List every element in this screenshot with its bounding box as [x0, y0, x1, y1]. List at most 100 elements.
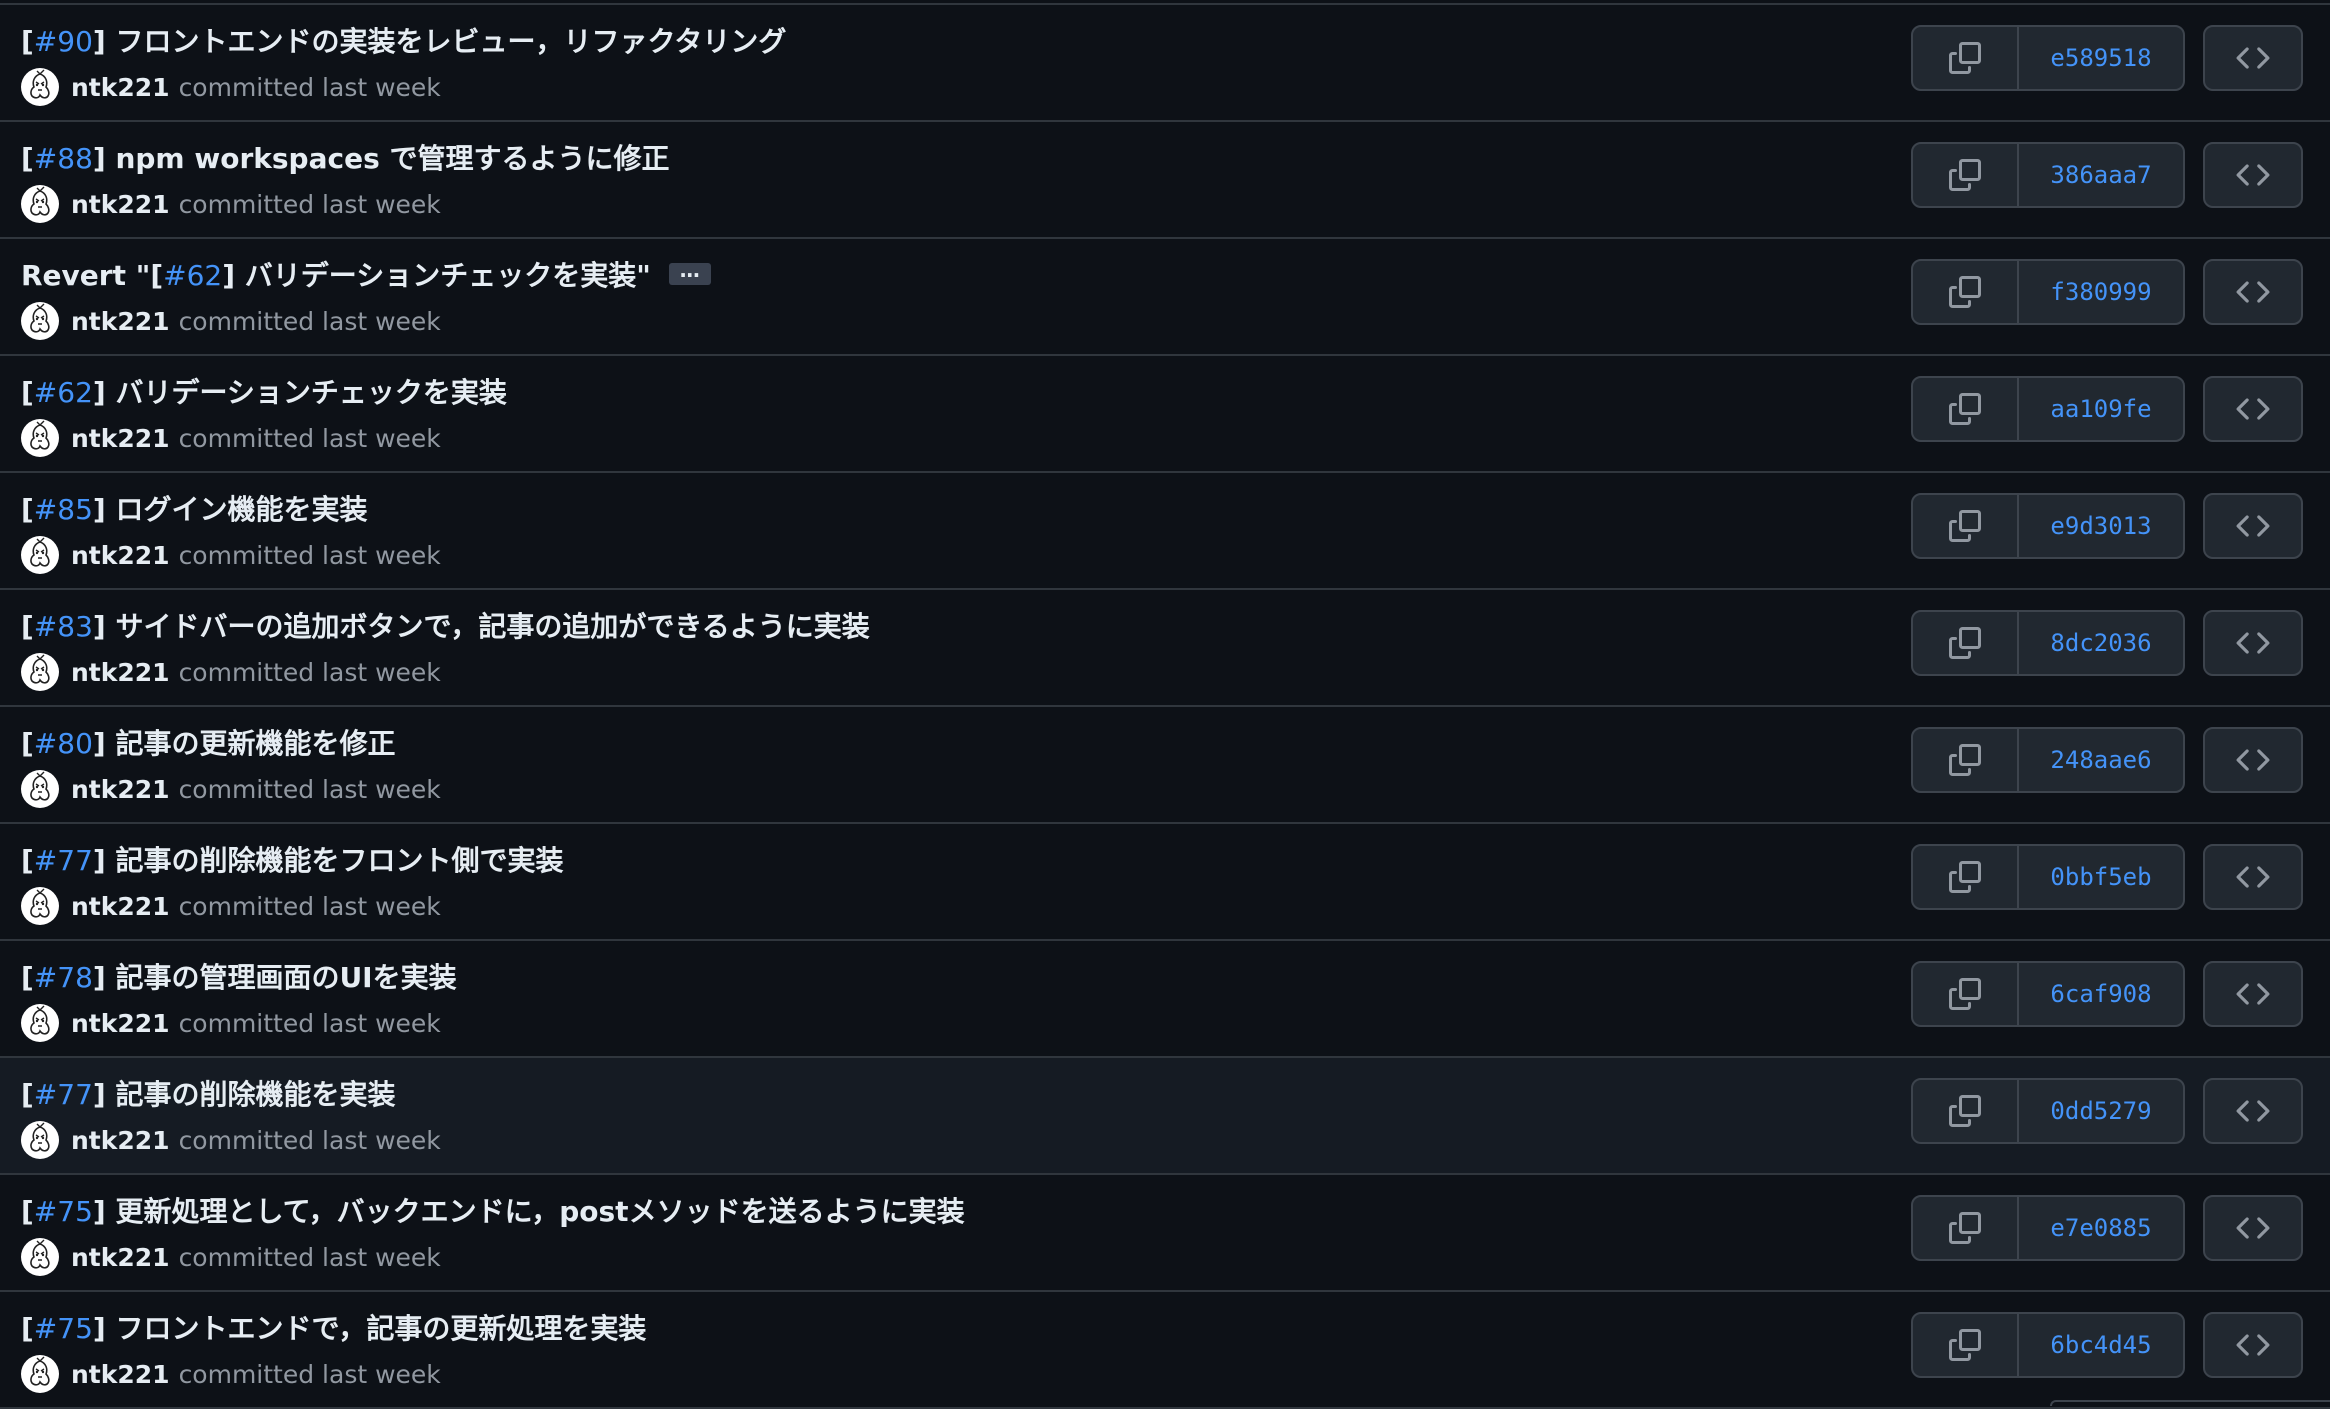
copy-sha-button[interactable]	[1913, 27, 2019, 89]
issue-link[interactable]: #83	[34, 610, 93, 643]
issue-link[interactable]: #75	[34, 1312, 93, 1345]
issue-link[interactable]: #88	[34, 142, 93, 175]
commit-message[interactable]: 記事の削除機能を実装	[115, 1078, 395, 1111]
commit-title[interactable]: [#80] 記事の更新機能を修正	[21, 724, 395, 764]
issue-link[interactable]: #75	[34, 1195, 93, 1228]
author-name[interactable]: ntk221	[71, 73, 170, 102]
author-avatar[interactable]	[21, 68, 59, 106]
author-avatar[interactable]	[21, 185, 59, 223]
author-name[interactable]: ntk221	[71, 1126, 170, 1155]
browse-repo-button[interactable]	[2203, 610, 2303, 676]
copy-sha-button[interactable]	[1913, 495, 2019, 557]
commit-message[interactable]: サイドバーの追加ボタンで，記事の追加ができるように実装	[115, 610, 869, 643]
author-name[interactable]: ntk221	[71, 190, 170, 219]
author-avatar[interactable]	[21, 536, 59, 574]
commit-sha-link[interactable]: 6bc4d45	[2019, 1314, 2183, 1376]
author-avatar[interactable]	[21, 302, 59, 340]
expand-message-button[interactable]: …	[668, 260, 711, 285]
commit-sha-link[interactable]: 0dd5279	[2019, 1080, 2183, 1142]
browse-repo-button[interactable]	[2203, 142, 2303, 208]
commit-sha-link[interactable]: e9d3013	[2019, 495, 2183, 557]
commit-sha-link[interactable]: f380999	[2019, 261, 2183, 323]
copy-sha-button[interactable]	[1913, 846, 2019, 908]
author-name[interactable]: ntk221	[71, 892, 170, 921]
commit-sha-link[interactable]: 0bbf5eb	[2019, 846, 2183, 908]
commit-sha-link[interactable]: 248aae6	[2019, 729, 2183, 791]
commit-message[interactable]: 記事の管理画面のUIを実装	[115, 961, 456, 994]
copy-sha-button[interactable]	[1913, 1080, 2019, 1142]
issue-link[interactable]: #85	[34, 493, 93, 526]
commit-message[interactable]: 更新処理として，バックエンドに，postメソッドを送るように実装	[115, 1195, 964, 1228]
commit-title[interactable]: [#85] ログイン機能を実装	[21, 490, 367, 530]
commit-message[interactable]: フロントエンドの実装をレビュー，リファクタリング	[115, 25, 786, 58]
commit-title[interactable]: [#77] 記事の削除機能をフロント側で実装	[21, 841, 563, 881]
browse-repo-button[interactable]	[2203, 25, 2303, 91]
author-name[interactable]: ntk221	[71, 658, 170, 687]
copy-sha-button[interactable]	[1913, 378, 2019, 440]
copy-sha-button[interactable]	[1913, 261, 2019, 323]
author-avatar[interactable]	[21, 887, 59, 925]
commit-title[interactable]: [#83] サイドバーの追加ボタンで，記事の追加ができるように実装	[21, 607, 870, 647]
commit-actions: e7e0885	[1911, 1195, 2185, 1261]
commit-title[interactable]: [#78] 記事の管理画面のUIを実装	[21, 958, 457, 998]
issue-link[interactable]: #80	[34, 727, 93, 760]
issue-link[interactable]: #77	[34, 1078, 93, 1111]
issue-link[interactable]: #77	[34, 844, 93, 877]
copy-sha-button[interactable]	[1913, 963, 2019, 1025]
author-avatar[interactable]	[21, 1121, 59, 1159]
commit-sha-link[interactable]: 8dc2036	[2019, 612, 2183, 674]
author-avatar[interactable]	[21, 1004, 59, 1042]
commit-title[interactable]: [#90] フロントエンドの実装をレビュー，リファクタリング	[21, 22, 786, 62]
copy-sha-button[interactable]	[1913, 729, 2019, 791]
commit-actions: 386aaa7	[1911, 142, 2185, 208]
commit-message[interactable]: 記事の更新機能を修正	[115, 727, 395, 760]
commit-sha-link[interactable]: e589518	[2019, 27, 2183, 89]
copy-sha-button[interactable]	[1913, 1314, 2019, 1376]
commit-sha-link[interactable]: e7e0885	[2019, 1197, 2183, 1259]
commit-message[interactable]: バリデーションチェックを実装	[115, 376, 506, 409]
commit-sha-link[interactable]: aa109fe	[2019, 378, 2183, 440]
copy-sha-button[interactable]	[1913, 144, 2019, 206]
copy-sha-button[interactable]	[1913, 1197, 2019, 1259]
commit-title[interactable]: [#75] 更新処理として，バックエンドに，postメソッドを送るように実装	[21, 1192, 965, 1232]
author-name[interactable]: ntk221	[71, 775, 170, 804]
commit-message[interactable]: ログイン機能を実装	[115, 493, 367, 526]
browse-repo-button[interactable]	[2203, 1312, 2303, 1378]
commit-message[interactable]: 記事の削除機能をフロント側で実装	[115, 844, 563, 877]
browse-repo-button[interactable]	[2203, 961, 2303, 1027]
browse-repo-button[interactable]	[2203, 844, 2303, 910]
browse-repo-button[interactable]	[2203, 1078, 2303, 1144]
commit-sha-link[interactable]: 6caf908	[2019, 963, 2183, 1025]
author-avatar[interactable]	[21, 770, 59, 808]
commit-title[interactable]: [#77] 記事の削除機能を実装	[21, 1075, 395, 1115]
author-avatar[interactable]	[21, 653, 59, 691]
author-avatar[interactable]	[21, 1355, 59, 1393]
copy-sha-button[interactable]	[1913, 612, 2019, 674]
browse-repo-button[interactable]	[2203, 259, 2303, 325]
commit-title[interactable]: Revert "[#62] バリデーションチェックを実装"…	[21, 256, 711, 296]
author-name[interactable]: ntk221	[71, 424, 170, 453]
issue-link[interactable]: #90	[34, 25, 93, 58]
browse-repo-button[interactable]	[2203, 376, 2303, 442]
author-name[interactable]: ntk221	[71, 541, 170, 570]
issue-link[interactable]: #62	[163, 259, 222, 292]
commit-message[interactable]: フロントエンドで，記事の更新処理を実装	[115, 1312, 646, 1345]
commit-title[interactable]: [#75] フロントエンドで，記事の更新処理を実装	[21, 1309, 646, 1349]
browse-repo-button[interactable]	[2203, 493, 2303, 559]
commit-message[interactable]: バリデーションチェックを実装"	[245, 259, 651, 292]
issue-link[interactable]: #62	[34, 376, 93, 409]
browse-repo-button[interactable]	[2203, 727, 2303, 793]
commit-title[interactable]: [#88] npm workspaces で管理するように修正	[21, 139, 669, 179]
author-name[interactable]: ntk221	[71, 1360, 170, 1389]
commit-sha-link[interactable]: 386aaa7	[2019, 144, 2183, 206]
code-brackets-icon	[2236, 632, 2270, 654]
commit-message[interactable]: npm workspaces で管理するように修正	[115, 142, 669, 175]
author-avatar[interactable]	[21, 1238, 59, 1276]
commit-title[interactable]: [#62] バリデーションチェックを実装	[21, 373, 507, 413]
issue-link[interactable]: #78	[34, 961, 93, 994]
author-name[interactable]: ntk221	[71, 307, 170, 336]
browse-repo-button[interactable]	[2203, 1195, 2303, 1261]
author-avatar[interactable]	[21, 419, 59, 457]
author-name[interactable]: ntk221	[71, 1243, 170, 1272]
author-name[interactable]: ntk221	[71, 1009, 170, 1038]
